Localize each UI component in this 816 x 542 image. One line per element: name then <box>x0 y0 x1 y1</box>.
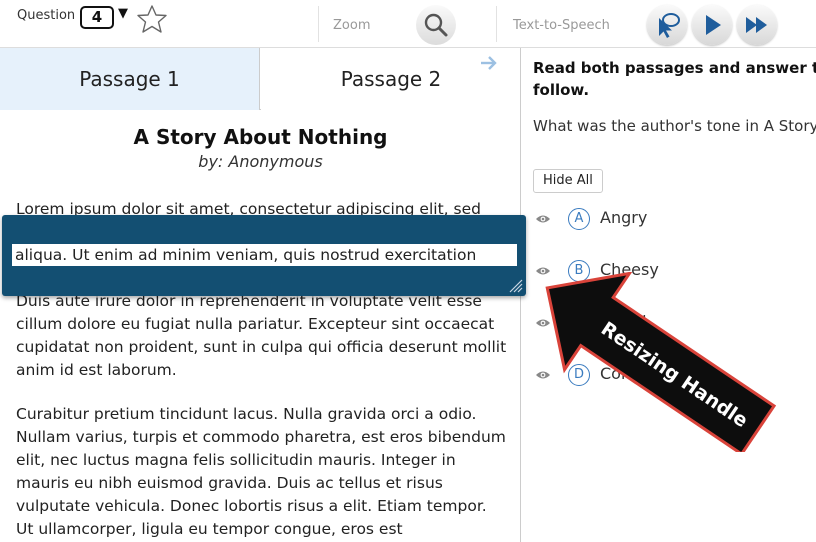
choice-text: Angry <box>600 208 648 227</box>
question-dropdown-caret-icon[interactable]: ▼ <box>118 6 128 21</box>
line-reader-overlay[interactable]: aliqua. Ut enim ad minim veniam, quis no… <box>2 215 526 296</box>
toolbar: Question 4 ▼ Zoom Text-to-Speech <box>0 0 816 48</box>
toolbar-divider <box>318 6 319 42</box>
question-number-box[interactable]: 4 <box>80 6 114 29</box>
hide-all-button[interactable]: Hide All <box>533 169 603 193</box>
question-stem: What was the author's tone in A Story <box>533 117 816 135</box>
play-icon <box>706 15 721 35</box>
passage-paragraph: Duis aute irure dolor in reprehenderit i… <box>16 292 507 379</box>
question-label: Question <box>17 8 76 23</box>
tab-passage-1[interactable]: Passage 1 <box>0 48 260 110</box>
passage-author: by: Anonymous <box>198 152 323 171</box>
magnifier-icon <box>424 13 448 37</box>
line-reader-window: aliqua. Ut enim ad minim veniam, quis no… <box>12 244 517 266</box>
choice-letter: A <box>568 208 590 230</box>
passage-paragraph: Curabitur pretium tincidunt lacus. Nulla… <box>16 405 506 538</box>
question-prompt-line: follow. <box>533 81 590 99</box>
tts-play-button[interactable] <box>692 5 732 45</box>
question-prompt-line: Read both passages and answer th <box>533 59 816 77</box>
eye-icon[interactable] <box>535 212 551 226</box>
question-prompt: Read both passages and answer th follow. <box>533 57 816 101</box>
tts-select-button[interactable] <box>647 5 687 45</box>
arrow-right-icon[interactable] <box>478 54 500 72</box>
tts-fast-forward-button[interactable] <box>737 5 777 45</box>
pointer-speech-icon <box>659 13 680 38</box>
zoom-label: Zoom <box>333 18 371 33</box>
passage-tabs: Passage 1 Passage 2 <box>0 48 520 110</box>
star-icon[interactable] <box>136 4 168 34</box>
toolbar-divider <box>496 6 497 42</box>
answer-choice-a[interactable]: A Angry <box>533 206 816 234</box>
tts-label: Text-to-Speech <box>513 18 610 33</box>
resizing-handle-callout: Resizing Handle <box>545 272 777 452</box>
passage-title: A Story About Nothing <box>133 125 388 149</box>
fast-forward-icon <box>746 17 767 33</box>
zoom-button[interactable] <box>416 5 456 45</box>
